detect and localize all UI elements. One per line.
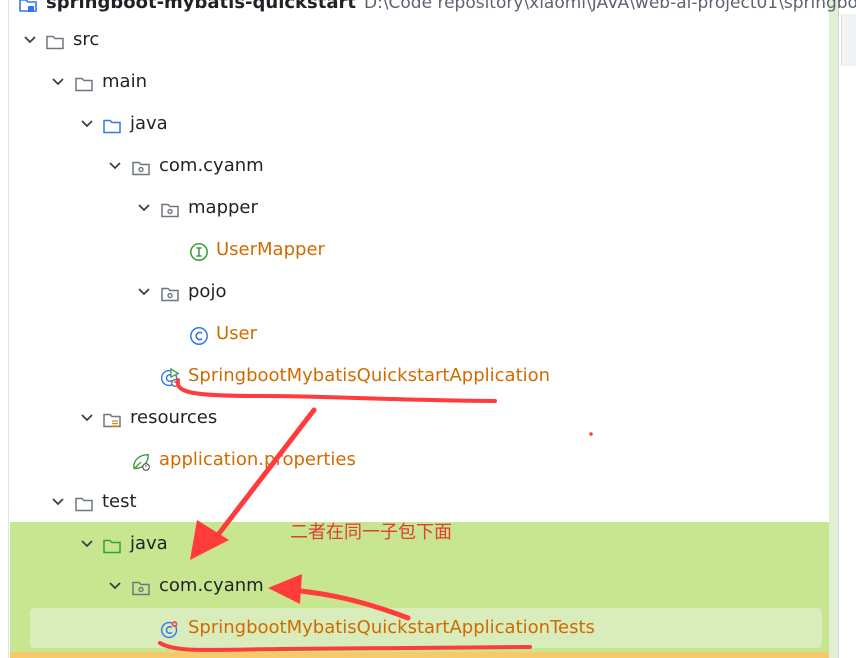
package-icon	[132, 161, 150, 176]
folder-icon	[75, 77, 93, 92]
tree-label-mapper: mapper	[188, 197, 258, 218]
chevron-down-icon[interactable]	[23, 33, 37, 47]
tree-label-test-package: com.cyanm	[159, 575, 264, 596]
right-divider	[838, 0, 839, 658]
package-icon	[132, 581, 150, 596]
test-source-folder-icon	[103, 539, 121, 554]
tree-label-application-tests: SpringbootMybatisQuickstartApplicationTe…	[188, 617, 595, 638]
tree-row-main-package[interactable]: com.cyanm	[0, 147, 829, 189]
chevron-down-icon[interactable]	[51, 495, 65, 509]
tree-row-src[interactable]: src	[0, 21, 829, 63]
spring-boot-class-icon	[160, 368, 180, 387]
project-path: D:\Code repository\xiaomi\JAVA\web-ai-pr…	[363, 0, 856, 13]
module-folder-icon	[19, 0, 37, 12]
tree-label-user-mapper: UserMapper	[216, 239, 325, 260]
project-name: springboot-mybatis-quickstart	[46, 0, 356, 13]
tree-label-main-java: java	[130, 113, 168, 134]
tree-row-mapper[interactable]: mapper	[0, 189, 829, 231]
tree-label-user: User	[216, 323, 258, 344]
resources-folder-icon	[103, 413, 121, 428]
interface-icon	[190, 243, 208, 261]
tree-label-resources: resources	[130, 407, 218, 428]
tree-label-test: test	[102, 491, 137, 512]
folder-icon	[75, 497, 93, 512]
chevron-down-icon[interactable]	[80, 537, 94, 551]
tree-label-main-package: com.cyanm	[159, 155, 264, 176]
chevron-down-icon[interactable]	[108, 579, 122, 593]
tree-row-pojo[interactable]: pojo	[0, 273, 829, 315]
spring-properties-icon	[133, 454, 150, 471]
chevron-down-icon[interactable]	[80, 117, 94, 131]
project-tree-panel: springboot-mybatis-quickstart D:\Code rep…	[0, 0, 856, 658]
tree-row-main-java[interactable]: java	[0, 105, 829, 147]
tree-row-application-tests[interactable]: SpringbootMybatisQuickstartApplicationTe…	[0, 609, 829, 651]
tree-label-properties: application.properties	[159, 449, 356, 470]
annotation-text: 二者在同一子包下面	[290, 522, 452, 543]
chevron-down-icon[interactable]	[80, 411, 94, 425]
tree-row-resources[interactable]: resources	[0, 399, 829, 441]
chevron-down-icon[interactable]	[108, 159, 122, 173]
tree-row-properties[interactable]: application.properties	[0, 441, 829, 483]
scrollbar-thumb[interactable]	[841, 14, 856, 66]
tree-row-user[interactable]: User	[0, 315, 829, 357]
chevron-down-icon[interactable]	[51, 75, 65, 89]
chevron-down-icon[interactable]	[137, 201, 151, 215]
tree-label-pojo: pojo	[188, 281, 227, 302]
tree-row-main[interactable]: main	[0, 63, 829, 105]
tree-row-application[interactable]: SpringbootMybatisQuickstartApplication	[0, 357, 829, 399]
chevron-down-icon[interactable]	[137, 285, 151, 299]
folder-icon	[46, 35, 64, 50]
bottom-highlight-edge	[10, 652, 829, 658]
tree-label-src: src	[73, 29, 100, 50]
class-icon	[190, 327, 208, 345]
tree-row-user-mapper[interactable]: UserMapper	[0, 231, 829, 273]
test-class-icon	[160, 621, 178, 639]
package-icon	[161, 203, 179, 218]
source-folder-icon	[103, 119, 121, 134]
tree-label-application: SpringbootMybatisQuickstartApplication	[188, 365, 551, 386]
tree-label-test-java: java	[130, 533, 168, 554]
package-icon	[161, 287, 179, 302]
tree-row-test-package[interactable]: com.cyanm	[0, 567, 829, 609]
tree-label-main: main	[102, 71, 147, 92]
